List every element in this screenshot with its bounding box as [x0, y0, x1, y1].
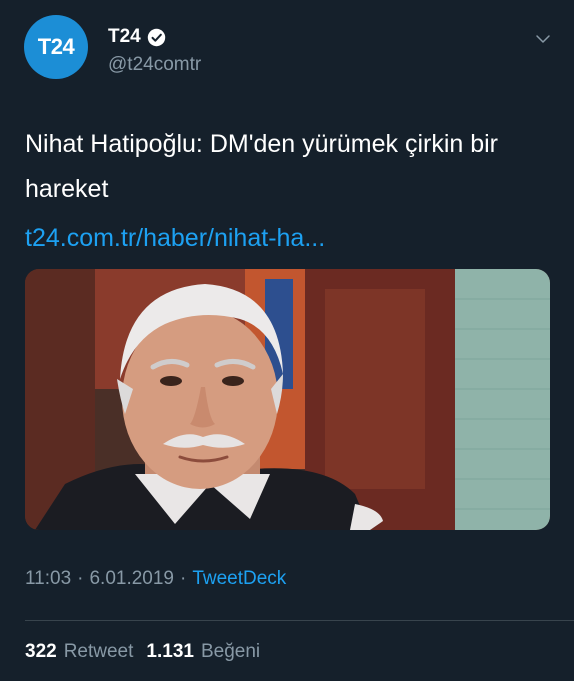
retweet-label[interactable]: Retweet: [64, 641, 134, 663]
tweet-source-link[interactable]: TweetDeck: [192, 568, 286, 590]
tweet-stats: 322 Retweet 1.131 Beğeni: [25, 641, 266, 663]
tweet-meta: 11:03 · 6.01.2019 · TweetDeck: [25, 568, 286, 590]
chevron-down-icon[interactable]: [534, 30, 552, 48]
meta-separator: ·: [180, 568, 187, 589]
like-count[interactable]: 1.131: [146, 641, 194, 663]
retweet-count[interactable]: 322: [25, 641, 57, 663]
tweet: T24 T24 @t24comtr Nihat Hatipoğlu: DM'de…: [0, 0, 574, 681]
divider: [25, 620, 574, 621]
verified-icon: [147, 28, 165, 46]
tweet-date[interactable]: 6.01.2019: [89, 568, 174, 590]
tweet-text: Nihat Hatipoğlu: DM'den yürümek çirkin b…: [25, 130, 499, 203]
avatar-logo-text: T24: [37, 34, 75, 59]
photo-image: [25, 269, 550, 530]
meta-separator: ·: [77, 568, 84, 589]
tweet-link[interactable]: t24.com.tr/haber/nihat-ha...: [25, 218, 325, 258]
user-handle[interactable]: @t24comtr: [108, 54, 201, 76]
name-row: T24: [108, 26, 166, 48]
media-card-image[interactable]: [25, 269, 550, 530]
tweet-time[interactable]: 11:03: [25, 568, 71, 590]
display-name[interactable]: T24: [108, 26, 141, 48]
like-label[interactable]: Beğeni: [201, 641, 260, 663]
avatar[interactable]: T24: [24, 15, 88, 79]
